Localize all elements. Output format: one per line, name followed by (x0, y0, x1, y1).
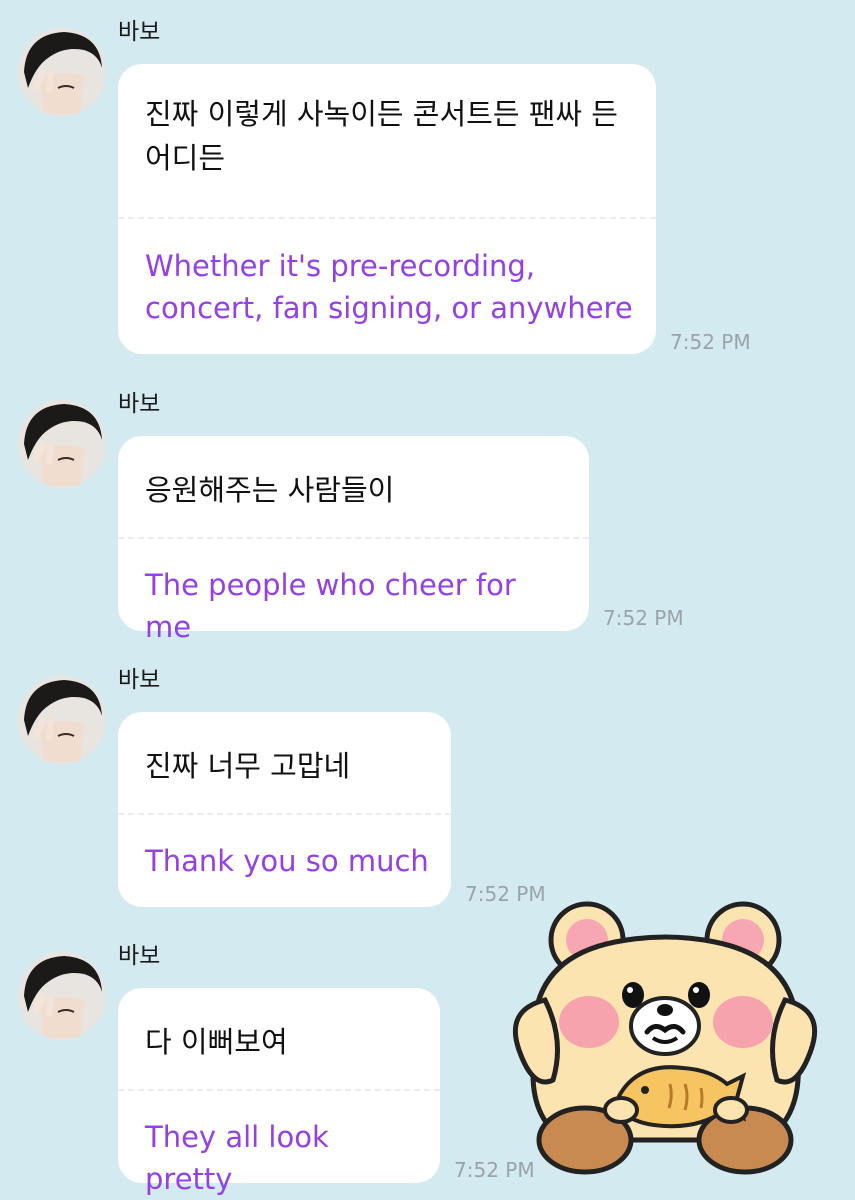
message-translation-text: They all look pretty (145, 1120, 329, 1196)
message-korean-text: 응원해주는 사람들이 (145, 473, 395, 507)
sender-name: 바보 (118, 19, 161, 45)
message-item: 바보 진짜 이렇게 사녹이든 콘서트든 팬싸 든 어디든 Whether it'… (0, 19, 855, 358)
message-korean-text: 진짜 이렇게 사녹이든 콘서트든 팬싸 든 어디든 (145, 97, 618, 175)
message-timestamp: 7:52 PM (603, 606, 684, 630)
message-timestamp: 7:52 PM (670, 330, 751, 354)
avatar[interactable] (18, 952, 106, 1040)
translation-divider (118, 217, 656, 219)
message-bubble[interactable]: 진짜 너무 고맙네 Thank you so much (118, 712, 451, 907)
sender-name: 바보 (118, 391, 161, 417)
message-bubble[interactable]: 다 이뻐보여 They all look pretty (118, 988, 440, 1196)
message-translation-text: Thank you so much (145, 844, 429, 878)
message-translation-text: The people who cheer for me (145, 568, 516, 644)
avatar[interactable] (18, 676, 106, 764)
bear-sticker-icon[interactable] (505, 900, 825, 1180)
translation-divider (118, 537, 589, 539)
message-item: 바보 응원해주는 사람들이 The people who cheer for m… (0, 391, 855, 644)
avatar[interactable] (18, 28, 106, 116)
message-translation-text: Whether it's pre-recording, concert, fan… (145, 249, 633, 325)
message-korean-text: 진짜 너무 고맙네 (145, 749, 351, 783)
message-bubble[interactable]: 진짜 이렇게 사녹이든 콘서트든 팬싸 든 어디든 Whether it's p… (118, 64, 656, 354)
message-bubble[interactable]: 응원해주는 사람들이 The people who cheer for me (118, 436, 589, 644)
sender-name: 바보 (118, 943, 161, 969)
translation-divider (118, 1089, 440, 1091)
translation-divider (118, 813, 451, 815)
message-korean-text: 다 이뻐보여 (145, 1025, 288, 1059)
message-item: 바보 진짜 너무 고맙네 Thank you so much 7:52 PM (0, 667, 855, 916)
sender-name: 바보 (118, 667, 161, 693)
avatar[interactable] (18, 400, 106, 488)
